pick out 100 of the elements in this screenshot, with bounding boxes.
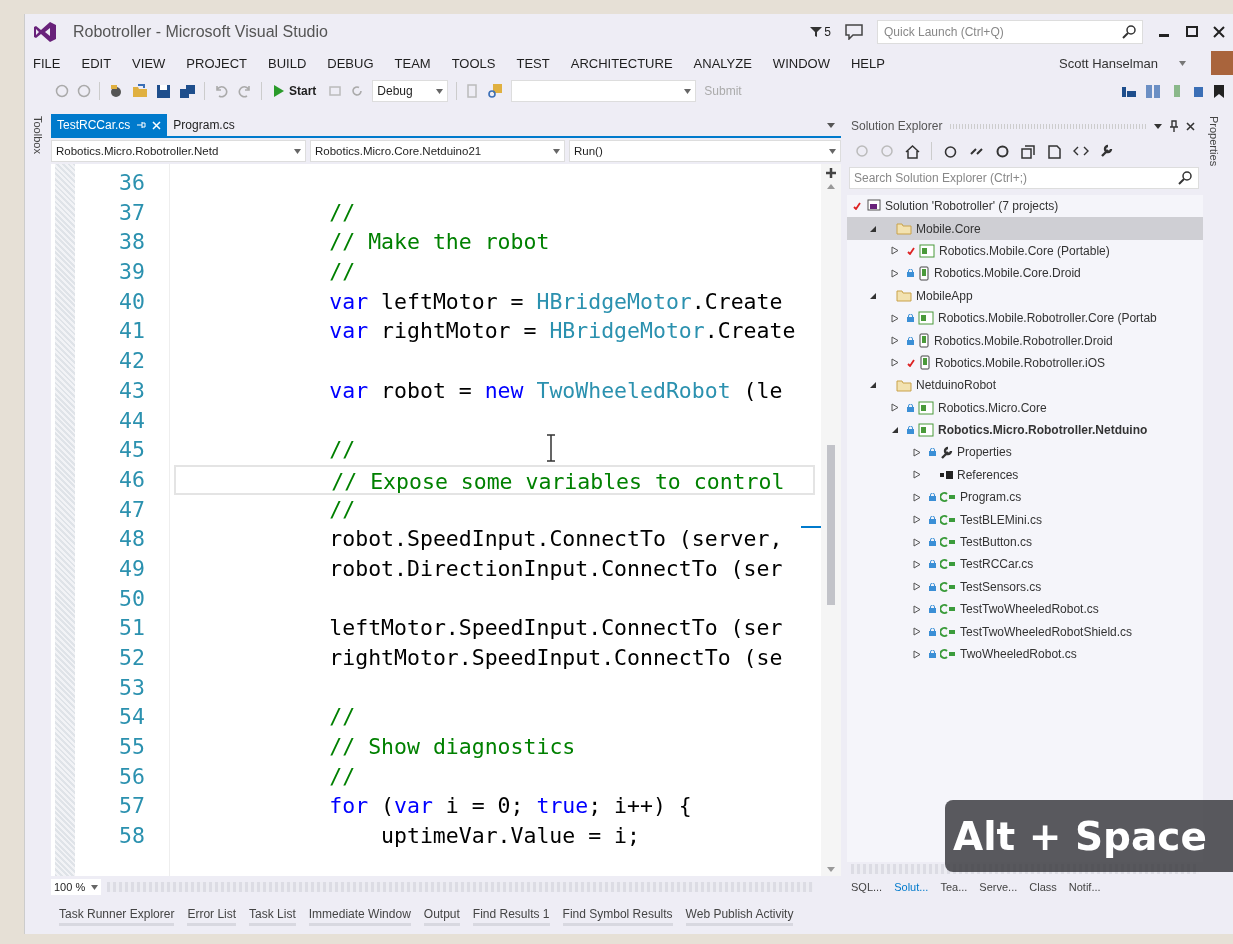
tool-window-tab[interactable]: Task Runner Explorer [59, 906, 175, 926]
code-icon[interactable] [1073, 146, 1089, 156]
quick-launch-field[interactable]: Quick Launch (Ctrl+Q) [877, 20, 1143, 44]
tool-window-tab[interactable]: Find Results 1 [472, 906, 550, 926]
navigation-dropdown[interactable]: Robotics.Micro.Robotroller.Netd [51, 140, 306, 162]
collapsed-arrow-icon[interactable] [913, 649, 921, 659]
tree-item[interactable]: Properties [913, 441, 1203, 464]
collapsed-arrow-icon[interactable] [891, 313, 899, 323]
tool-window-tab[interactable]: Find Symbol Results [562, 906, 673, 926]
menu-item[interactable]: DEBUG [327, 55, 374, 71]
search-field[interactable]: Search Solution Explorer (Ctrl+;) [849, 167, 1199, 189]
tool-window-tab[interactable]: Immediate Window [308, 906, 411, 926]
tree-item[interactable]: Robotics.Micro.Robotroller.Netduino [891, 418, 1203, 442]
panel-tab[interactable]: Notif... [1068, 881, 1101, 893]
panel-tab[interactable]: Class [1029, 881, 1057, 893]
tree-item[interactable]: MobileApp [869, 284, 1203, 307]
tree-item[interactable]: TwoWheeledRobot.cs [913, 642, 1203, 666]
solution-configurations-icon[interactable] [1121, 84, 1137, 98]
collapsed-arrow-icon[interactable] [891, 268, 899, 278]
tree-item[interactable]: Robotics.Mobile.Robotroller.iOS [891, 351, 1203, 375]
tree-item[interactable]: Solution 'Robotroller' (7 projects) [847, 195, 1203, 218]
zoom-dropdown[interactable]: 100 % [51, 879, 102, 895]
dropdown-caret-icon[interactable] [553, 148, 560, 154]
collapsed-arrow-icon[interactable] [913, 515, 921, 525]
expanded-arrow-icon[interactable] [869, 224, 877, 233]
menu-item[interactable]: TEST [516, 55, 550, 71]
tool-window-tab[interactable]: Web Publish Activity [685, 906, 794, 926]
tool-window-tab[interactable]: Error List [187, 906, 237, 926]
close-icon[interactable] [1186, 121, 1195, 131]
scroll-up-icon[interactable] [827, 184, 835, 189]
expanded-arrow-icon[interactable] [891, 426, 899, 435]
tree-item[interactable]: Robotics.Mobile.Core.Droid [891, 262, 1203, 285]
user-account-menu[interactable]: Scott Hanselman [1059, 55, 1158, 71]
tree-item[interactable]: TestBLEMini.cs [913, 508, 1203, 531]
collapsed-arrow-icon[interactable] [913, 604, 921, 614]
collapsed-arrow-icon[interactable] [913, 537, 921, 547]
dropdown-caret-icon[interactable] [1154, 123, 1162, 129]
menu-item[interactable]: WINDOW [772, 55, 830, 71]
tree-item[interactable]: Robotics.Mobile.Core (Portable) [891, 239, 1203, 263]
menu-item[interactable]: VIEW [132, 55, 166, 71]
tree-item[interactable]: Robotics.Mobile.Robotroller.Core (Portab [891, 306, 1203, 330]
close-icon[interactable] [1213, 26, 1225, 38]
collapsed-arrow-icon[interactable] [913, 582, 921, 592]
navigation-dropdown[interactable]: Run() [569, 140, 841, 162]
navigation-dropdown[interactable]: Robotics.Micro.Core.Netduino21 [310, 140, 565, 162]
tree-item[interactable]: TestTwoWheeledRobot.cs [913, 598, 1203, 621]
menu-item[interactable]: EDIT [81, 55, 112, 71]
dropdown-caret-icon[interactable] [827, 122, 835, 128]
dropdown-caret-icon[interactable] [436, 88, 444, 94]
panel-tab[interactable]: Solut... [894, 881, 929, 893]
expanded-arrow-icon[interactable] [869, 381, 877, 390]
menu-item[interactable]: PROJECT [186, 55, 247, 71]
columns-icon[interactable] [1145, 83, 1161, 99]
configuration-dropdown[interactable]: Debug [372, 80, 449, 102]
show-all-files-icon[interactable] [1047, 143, 1062, 159]
tree-item[interactable]: TestSensors.cs [913, 575, 1203, 599]
tree-item[interactable]: TestTwoWheeledRobotShield.cs [913, 620, 1203, 643]
notifications-button[interactable]: 5 [810, 25, 831, 39]
collapse-all-icon[interactable] [1021, 143, 1036, 159]
tree-item[interactable]: NetduinoRobot [869, 374, 1203, 397]
start-button[interactable]: Start [270, 82, 321, 100]
dropdown-caret-icon[interactable] [684, 88, 692, 94]
find-in-files-icon[interactable] [487, 83, 504, 99]
pin-icon[interactable] [1170, 120, 1178, 132]
tree-item[interactable]: TestRCCar.cs [913, 553, 1203, 576]
scroll-down-icon[interactable] [827, 867, 835, 872]
save-all-icon[interactable] [179, 83, 196, 99]
wrench-icon[interactable] [1100, 144, 1114, 158]
panel-tab[interactable]: Tea... [940, 881, 968, 893]
collapsed-arrow-icon[interactable] [891, 246, 899, 256]
tool-window-tab[interactable]: Task List [249, 906, 296, 926]
collapsed-arrow-icon[interactable] [913, 559, 921, 569]
bookmark-icon[interactable] [1213, 83, 1225, 99]
toolbox-tab[interactable]: Toolbox [32, 114, 44, 156]
tree-item[interactable]: References [913, 463, 1203, 487]
new-project-icon[interactable] [108, 83, 124, 99]
dropdown-caret-icon[interactable] [294, 148, 301, 154]
properties-tab[interactable]: Properties [1208, 114, 1220, 169]
dropdown-caret-icon[interactable] [91, 884, 99, 890]
dropdown-caret-icon[interactable] [829, 148, 836, 154]
maximize-icon[interactable] [1185, 25, 1199, 39]
home-icon[interactable] [905, 143, 920, 159]
collapsed-arrow-icon[interactable] [891, 336, 899, 346]
tree-item[interactable]: Program.cs [913, 486, 1203, 509]
scroll-thumb[interactable] [827, 445, 835, 605]
menu-item[interactable]: TEAM [394, 55, 431, 71]
panel-tab[interactable]: Serve... [979, 881, 1018, 893]
panel-tab[interactable]: SQL... [851, 881, 883, 893]
tree-item[interactable]: Mobile.Core [847, 217, 1203, 240]
collapsed-arrow-icon[interactable] [913, 448, 921, 457]
tool-window-tab[interactable]: Output [423, 906, 460, 926]
menu-item[interactable]: HELP [850, 55, 885, 71]
vertical-scrollbar[interactable] [821, 164, 841, 876]
menu-item[interactable]: BUILD [268, 55, 307, 71]
collapsed-arrow-icon[interactable] [913, 470, 921, 480]
menu-item[interactable]: ARCHITECTURE [570, 55, 673, 71]
document-tab[interactable]: Program.cs [167, 114, 241, 136]
save-icon[interactable] [156, 83, 171, 99]
split-icon[interactable] [826, 168, 836, 178]
menu-item[interactable]: FILE [33, 55, 61, 71]
